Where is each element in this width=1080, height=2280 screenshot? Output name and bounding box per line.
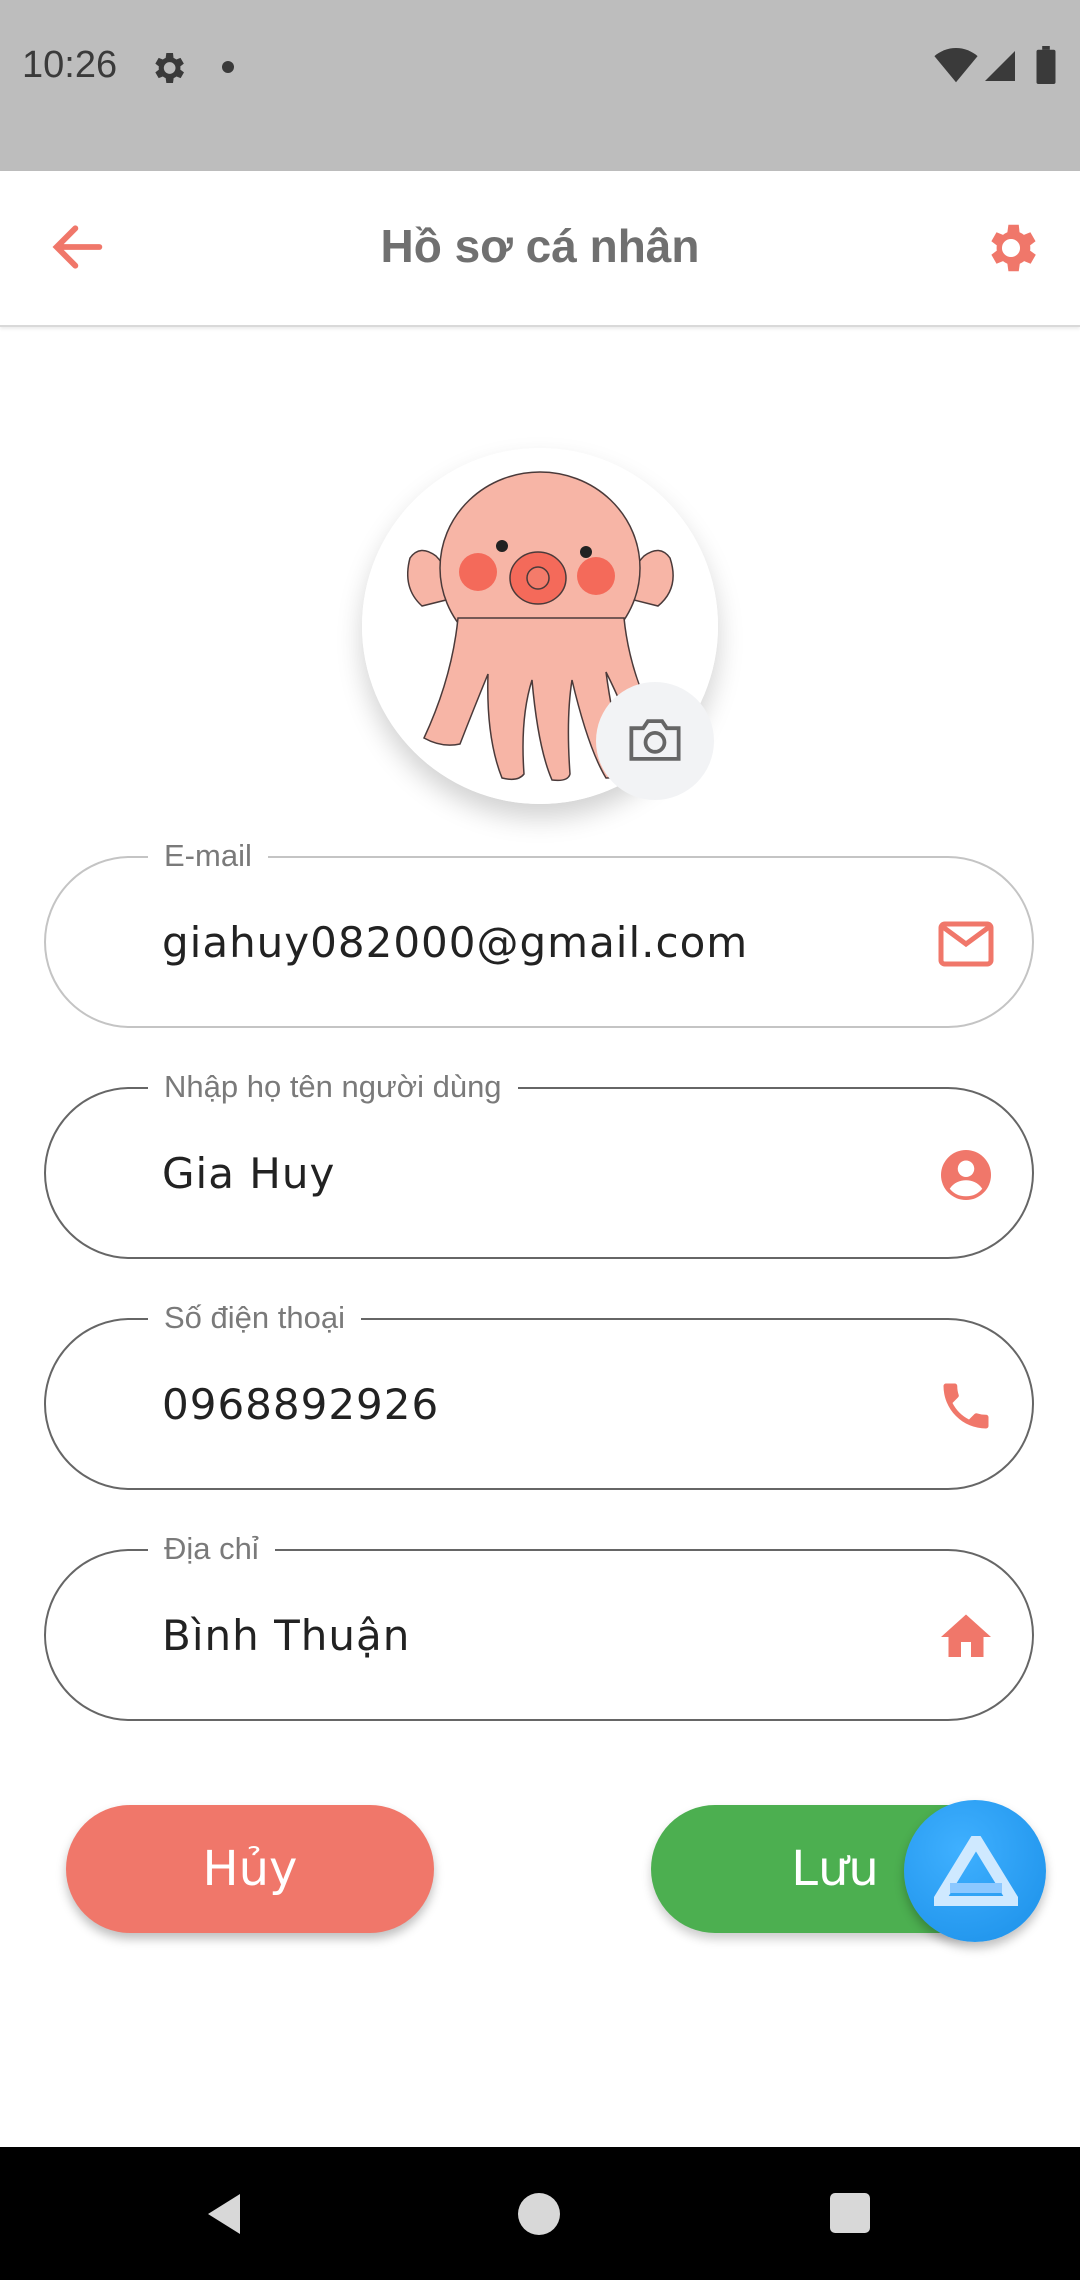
name-value[interactable]: Gia Huy bbox=[162, 1149, 335, 1198]
phone-icon bbox=[943, 1383, 989, 1429]
email-field[interactable]: E-mail giahuy082000@gmail.com bbox=[44, 834, 1034, 1028]
phone-field[interactable]: Số điện thoại 0968892926 bbox=[44, 1296, 1034, 1490]
mail-icon bbox=[938, 921, 994, 967]
name-field[interactable]: Nhập họ tên người dùng Gia Huy bbox=[44, 1065, 1034, 1259]
system-navigation-bar bbox=[0, 2147, 1080, 2280]
email-value[interactable]: giahuy082000@gmail.com bbox=[162, 918, 748, 967]
phone-value[interactable]: 0968892926 bbox=[162, 1380, 439, 1429]
assistant-logo-icon bbox=[934, 1836, 1018, 1906]
wifi-icon bbox=[934, 48, 978, 83]
notification-dot-icon bbox=[222, 61, 234, 73]
phone-label: Số điện thoại bbox=[148, 1296, 361, 1340]
nav-home-icon[interactable] bbox=[518, 2193, 560, 2235]
name-label: Nhập họ tên người dùng bbox=[148, 1065, 518, 1109]
account-circle-icon bbox=[941, 1150, 991, 1200]
gear-icon[interactable] bbox=[980, 217, 1042, 279]
address-value[interactable]: Bình Thuận bbox=[162, 1611, 410, 1660]
signal-icon bbox=[985, 51, 1015, 81]
status-time: 10:26 bbox=[22, 44, 118, 86]
floating-assistant-button[interactable] bbox=[904, 1800, 1046, 1942]
home-icon bbox=[941, 1614, 991, 1657]
nav-recents-icon[interactable] bbox=[830, 2193, 870, 2233]
address-label: Địa chỉ bbox=[148, 1527, 275, 1571]
status-bar: 10:26 bbox=[0, 0, 1080, 171]
email-label: E-mail bbox=[148, 834, 268, 878]
page-title: Hồ sơ cá nhân bbox=[380, 220, 700, 272]
cancel-button[interactable]: Hủy bbox=[66, 1805, 434, 1933]
battery-icon bbox=[1036, 46, 1056, 84]
address-field[interactable]: Địa chỉ Bình Thuận bbox=[44, 1527, 1034, 1721]
app-bar: Hồ sơ cá nhân bbox=[0, 171, 1080, 327]
nav-back-icon[interactable] bbox=[200, 2189, 248, 2239]
gear-icon bbox=[155, 53, 184, 83]
camera-icon bbox=[629, 719, 681, 761]
change-avatar-button[interactable] bbox=[596, 682, 714, 800]
